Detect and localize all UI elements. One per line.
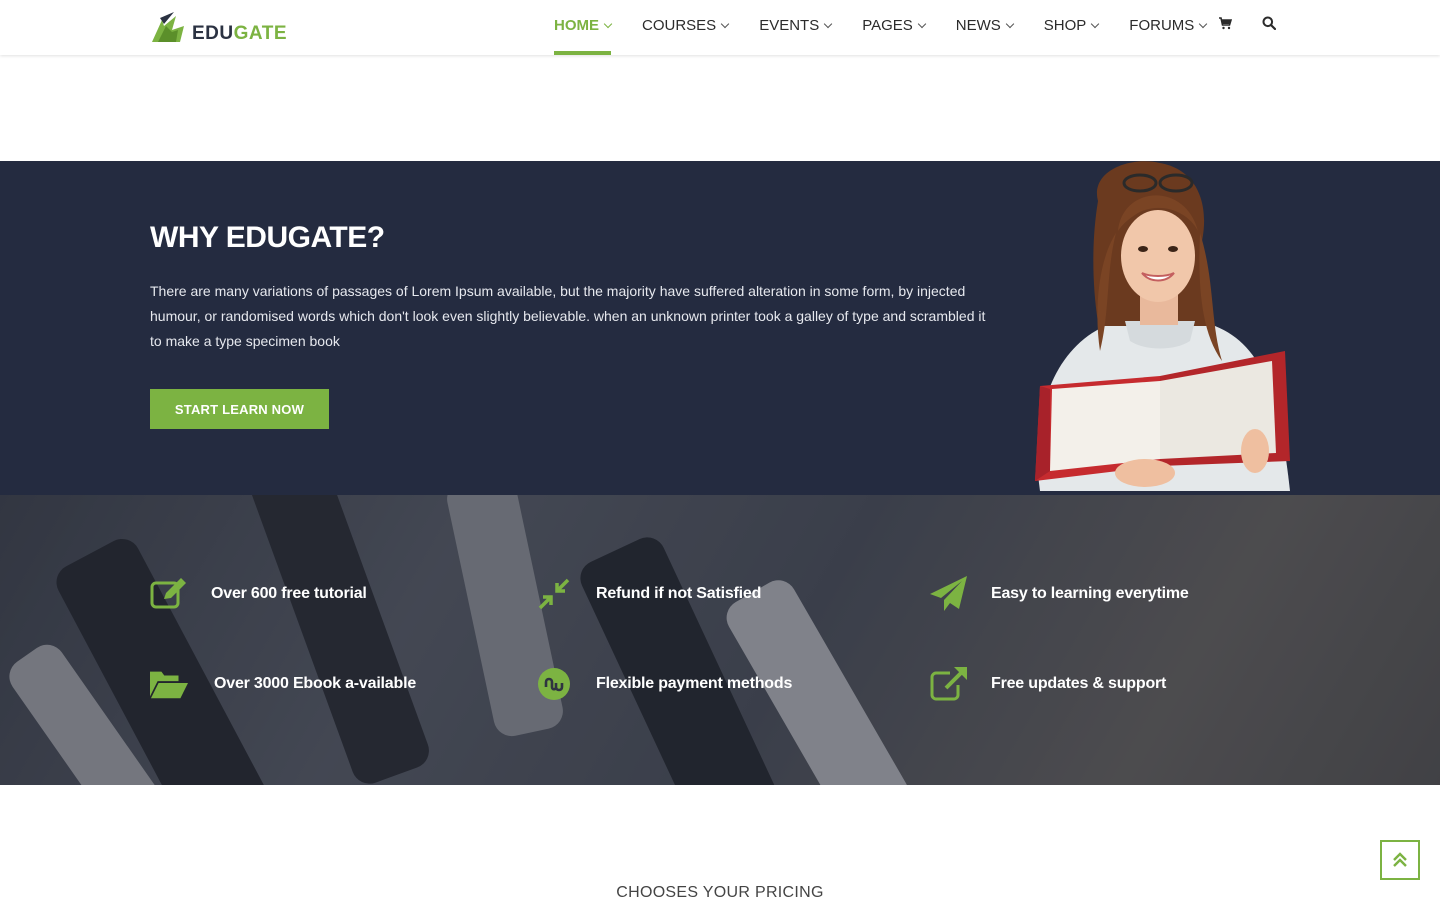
why-section: WHY EDUGATE? There are many variations o…: [0, 161, 1440, 495]
nav-item-events[interactable]: EVENTS: [759, 0, 833, 55]
search-icon[interactable]: [1262, 16, 1278, 32]
feature-item: Over 3000 Ebook a-vailable: [150, 665, 416, 703]
nav-label: NEWS: [955, 17, 1001, 34]
why-title: WHY EDUGATE?: [150, 221, 385, 254]
double-chevron-up-icon: [1393, 852, 1407, 867]
feature-item: Free updates & support: [930, 665, 1166, 703]
nav-item-news[interactable]: NEWS: [955, 0, 1015, 55]
chevron-down-icon: [1091, 19, 1100, 29]
logo-mark-icon: [152, 12, 184, 42]
cart-icon[interactable]: [1218, 16, 1234, 32]
scroll-to-top-button[interactable]: [1380, 840, 1420, 880]
feature-item: Over 600 free tutorial: [150, 575, 367, 613]
nav-label: HOME: [554, 17, 599, 34]
paper-plane-icon: [930, 575, 968, 613]
features-section: Over 600 free tutorial Refund if not Sat…: [0, 495, 1440, 785]
pricing-title: CHOOSES YOUR PRICING: [616, 884, 824, 900]
chevron-down-icon: [603, 19, 613, 29]
nav-label: EVENTS: [759, 17, 820, 34]
feature-label: Over 3000 Ebook a-vailable: [214, 675, 417, 692]
chevron-down-icon: [720, 19, 730, 29]
chevron-down-icon: [1199, 19, 1208, 29]
nav-item-forums[interactable]: FORUMS: [1129, 0, 1208, 55]
feature-label: Refund if not Satisfied: [596, 585, 762, 602]
logo-text: EDUGATE: [192, 23, 287, 44]
main-nav: HOME COURSES EVENTS PAGES NEWS SHOP FORU…: [554, 0, 1237, 55]
folder-open-icon: [150, 665, 188, 703]
nav-label: PAGES: [862, 17, 913, 34]
feature-label: Flexible payment methods: [596, 675, 793, 692]
chevron-down-icon: [1005, 19, 1015, 29]
chevron-down-icon: [823, 19, 833, 29]
feature-item: Flexible payment methods: [535, 665, 792, 703]
feature-item: Easy to learning everytime: [930, 575, 1189, 613]
start-learn-button[interactable]: START LEARN NOW: [150, 389, 329, 429]
edit-icon: [150, 575, 188, 613]
nav-label: FORUMS: [1129, 17, 1195, 34]
nav-label: SHOP: [1043, 17, 1087, 34]
nav-item-shop[interactable]: SHOP: [1043, 0, 1100, 55]
logo[interactable]: EDUGATE: [150, 12, 287, 44]
feature-item: Refund if not Satisfied: [535, 575, 761, 613]
site-header: EDUGATE HOME COURSES EVENTS PAGES NEWS S…: [0, 0, 1440, 55]
nav-item-courses[interactable]: COURSES: [642, 0, 730, 55]
why-description: There are many variations of passages of…: [150, 283, 986, 349]
feature-label: Easy to learning everytime: [991, 585, 1189, 602]
chevron-down-icon: [917, 19, 927, 29]
external-link-icon: [930, 665, 968, 703]
features-overlay: [0, 495, 1440, 785]
nav-label: COURSES: [642, 17, 717, 34]
nav-item-home[interactable]: HOME: [554, 0, 613, 55]
stumbleupon-icon: [535, 665, 573, 703]
compress-icon: [535, 575, 573, 613]
student-photo: [1035, 161, 1290, 491]
feature-label: Over 600 free tutorial: [211, 585, 367, 602]
nav-item-pages[interactable]: PAGES: [862, 0, 927, 55]
feature-label: Free updates & support: [991, 675, 1167, 692]
